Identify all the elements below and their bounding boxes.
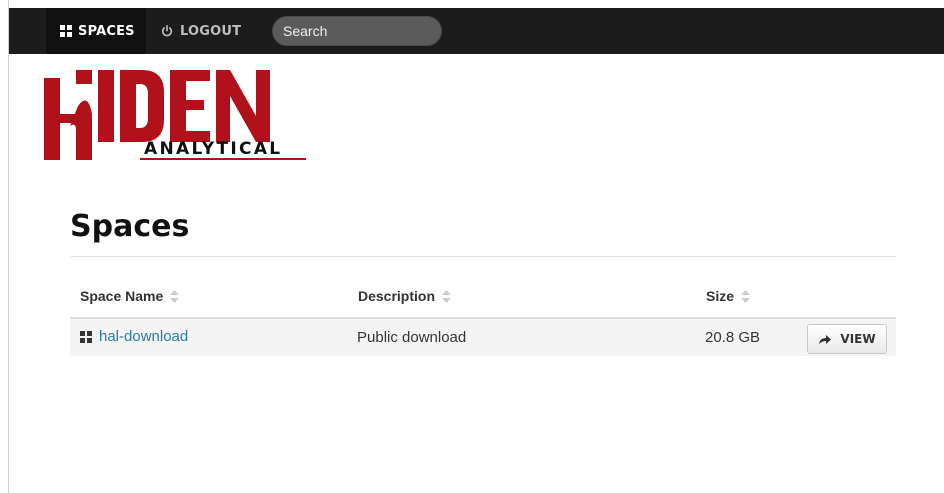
grid-icon bbox=[80, 330, 92, 343]
column-header-space-name[interactable]: Space Name bbox=[80, 288, 180, 304]
hiden-analytical-logo: ANALYTICAL bbox=[44, 70, 306, 160]
grid-icon bbox=[60, 25, 72, 37]
logo-tagline: ANALYTICAL bbox=[144, 139, 282, 159]
top-navbar: SPACES LOGOUT bbox=[9, 8, 944, 54]
column-header-label: Description bbox=[358, 288, 436, 304]
title-divider bbox=[70, 256, 896, 257]
space-size: 20.8 GB bbox=[705, 329, 761, 346]
space-name-link[interactable]: hal-download bbox=[80, 328, 188, 345]
nav-logout[interactable]: LOGOUT bbox=[148, 8, 258, 54]
power-icon bbox=[161, 25, 173, 37]
search-input[interactable] bbox=[272, 16, 442, 46]
nav-logout-label: LOGOUT bbox=[180, 23, 242, 39]
arrow-right-icon bbox=[819, 334, 832, 344]
table-row: hal-download Public download 20.8 GB VIE… bbox=[70, 319, 896, 356]
page-title: Spaces bbox=[70, 209, 190, 244]
page-frame: SPACES LOGOUT ANALYTICAL Spaces bbox=[8, 0, 944, 493]
sort-icon bbox=[170, 289, 180, 303]
column-header-label: Size bbox=[706, 288, 735, 304]
space-description: Public download bbox=[357, 329, 467, 346]
view-button-label: VIEW bbox=[840, 332, 876, 346]
view-button[interactable]: VIEW bbox=[807, 324, 887, 354]
column-header-description[interactable]: Description bbox=[358, 288, 452, 304]
sort-icon bbox=[741, 289, 751, 303]
column-header-size[interactable]: Size bbox=[706, 288, 751, 304]
space-name: hal-download bbox=[99, 328, 189, 345]
nav-spaces-label: SPACES bbox=[78, 23, 135, 39]
sort-icon bbox=[442, 289, 452, 303]
column-header-label: Space Name bbox=[80, 288, 164, 304]
nav-spaces[interactable]: SPACES bbox=[46, 8, 146, 54]
